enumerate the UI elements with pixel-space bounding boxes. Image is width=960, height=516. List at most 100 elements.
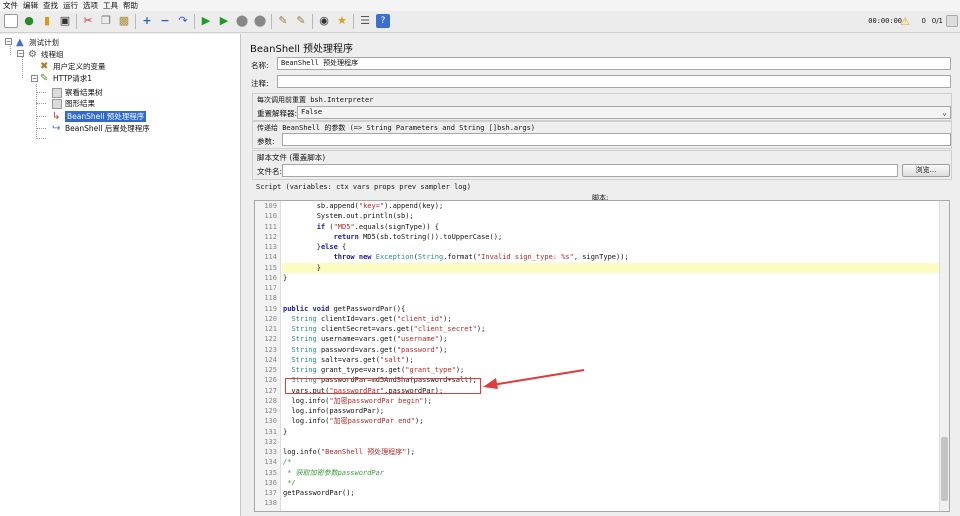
code-line: System.out.println(sb); [283, 212, 414, 221]
file-group-title: 脚本文件 (覆盖脚本) [257, 153, 326, 162]
menu-file[interactable]: 文件 [0, 0, 20, 11]
script-caption: Script (variables: ctx vars props prev s… [256, 183, 471, 191]
tree-node-thread-group[interactable]: ⚙ 线程组 [28, 49, 64, 60]
script-editor[interactable]: 109 110 111 112 113 114 115 116 117 118 119 120 121 1… [254, 200, 950, 512]
tree-node-graph-results[interactable]: 图形结果 [52, 98, 95, 109]
stop-icon[interactable]: ⬤ [235, 14, 249, 28]
code-line: public void getPasswordPar(){ [283, 304, 406, 313]
code-line: throw new Exception(String.format("Inval… [333, 253, 629, 262]
toggle-icon[interactable]: ↷ [176, 14, 190, 28]
code-line: } [283, 273, 288, 282]
elapsed-timer: 00:00:00 [868, 17, 902, 25]
menu-tools[interactable]: 工具 [100, 0, 120, 11]
code-line: sb.append("key=").append(key); [283, 202, 444, 210]
warning-count: 0 [921, 17, 926, 25]
code-line: } [283, 263, 321, 272]
menu-help[interactable]: 帮助 [120, 0, 140, 11]
tree-node-http-request[interactable]: ✎ HTTP请求1 [40, 73, 92, 84]
function-helper-icon[interactable]: ☰ [358, 14, 372, 28]
pre-processor-icon: ↳ [52, 110, 61, 122]
tree-node-post-processor[interactable]: ↪ BeanShell 后置处理程序 [52, 123, 150, 134]
code-line: String salt=vars.get("salt"); [291, 355, 414, 364]
code-line: String grant_type=vars.get("grant_type")… [291, 366, 465, 374]
reset-select[interactable]: False ⌄ [297, 106, 951, 119]
thread-status-icon [946, 15, 958, 27]
open-icon[interactable]: ▮ [40, 14, 54, 28]
code-line: return MD5(sb.toString()).toUpperCase(); [333, 232, 503, 241]
line-number: 114 [264, 253, 277, 262]
line-number: 137 [264, 489, 277, 497]
reset-search-icon[interactable]: ★ [335, 14, 349, 28]
tree-node-result-tree[interactable]: 察看结果树 [52, 87, 103, 98]
clear-icon[interactable]: ✎ [276, 14, 290, 28]
start-no-pause-icon[interactable]: ▶ [217, 14, 231, 28]
tree-node-user-vars[interactable]: ✖ 用户定义的变量 [40, 61, 106, 72]
code-line: */ [283, 478, 296, 487]
collapse-icon[interactable]: − [158, 14, 172, 28]
browse-button[interactable]: 浏览... [902, 164, 950, 177]
line-number: 139 [255, 509, 277, 512]
line-number: 121 [264, 325, 277, 333]
tree-expander[interactable]: − [5, 38, 12, 45]
copy-icon[interactable]: ❐ [99, 14, 113, 28]
line-number: 110 [264, 212, 277, 221]
current-line-highlight [282, 262, 940, 273]
code-line: log.info("加密passwordPar begin"); [283, 396, 432, 405]
line-number: 133 [264, 448, 277, 456]
params-field[interactable] [282, 133, 951, 146]
code-line: }else { [283, 243, 347, 251]
listener-icon [52, 98, 62, 109]
expand-icon[interactable]: + [140, 14, 154, 28]
line-number: 127 [264, 386, 277, 395]
line-number: 113 [264, 243, 277, 251]
vertical-scrollbar[interactable] [939, 201, 949, 511]
new-icon[interactable] [4, 14, 18, 28]
name-label: 名称: [251, 61, 269, 70]
line-number: 117 [264, 284, 277, 292]
shutdown-icon[interactable]: ⬤ [253, 14, 267, 28]
help-icon[interactable]: ? [376, 14, 390, 28]
tree-expander[interactable]: − [17, 50, 24, 57]
code-line: log.info("加密passwordPar end"); [283, 417, 424, 426]
code-line: getPasswordPar(); [283, 489, 355, 497]
code-line: String clientId=vars.get("client_id"); [291, 314, 452, 323]
menu-search[interactable]: 查找 [40, 0, 60, 11]
line-number: 126 [264, 376, 277, 385]
file-field[interactable] [282, 164, 898, 177]
comment-field[interactable] [277, 75, 951, 88]
line-number: 122 [264, 335, 277, 344]
search-icon[interactable]: ◉ [317, 14, 331, 28]
cut-icon[interactable]: ✂ [81, 14, 95, 28]
line-number: 134 [264, 458, 277, 467]
code-line: String password=vars.get("password"); [291, 345, 448, 354]
line-number: 132 [264, 437, 277, 446]
chevron-down-icon: ⌄ [942, 108, 947, 117]
templates-icon[interactable]: ● [22, 14, 36, 28]
post-processor-icon: ↪ [52, 122, 61, 134]
reset-select-value: False [301, 108, 323, 116]
flask-icon: ▲ [16, 36, 24, 48]
start-icon[interactable]: ▶ [199, 14, 213, 28]
clear-all-icon[interactable]: ✎ [294, 14, 308, 28]
line-number-gutter: 109 110 111 112 113 114 115 116 117 118 119 120 121 1… [255, 201, 281, 511]
line-number: 112 [264, 232, 277, 241]
tree-node-test-plan[interactable]: ▲ 测试计划 [16, 37, 59, 48]
line-number: 120 [264, 314, 277, 323]
params-label: 参数: [257, 137, 275, 146]
menu-run[interactable]: 运行 [60, 0, 80, 11]
tree-node-pre-processor[interactable]: ↳ BeanShell 预处理程序 [52, 110, 147, 122]
menu-edit[interactable]: 编辑 [20, 0, 40, 11]
line-number: 116 [264, 273, 277, 282]
line-number: 135 [264, 468, 277, 477]
reset-group-title: 每次调用前重置 bsh.Interpreter [257, 96, 374, 104]
warning-icon[interactable]: ⚠ [898, 15, 912, 29]
test-plan-tree: − − − ▲ 测试计划 ⚙ 线程组 ✖ 用户定义的变量 ✎ HTTP请求1 察… [0, 34, 241, 516]
paste-icon[interactable]: ▩ [117, 14, 131, 28]
scrollbar-thumb[interactable] [941, 437, 948, 501]
code-line: } [283, 427, 288, 436]
save-icon[interactable]: ▣ [58, 14, 72, 28]
page-title: BeanShell 预处理程序 [250, 44, 354, 55]
menu-options[interactable]: 选项 [80, 0, 100, 11]
tree-expander[interactable]: − [31, 75, 38, 82]
name-field[interactable]: BeanShell 预处理程序 [277, 57, 951, 70]
